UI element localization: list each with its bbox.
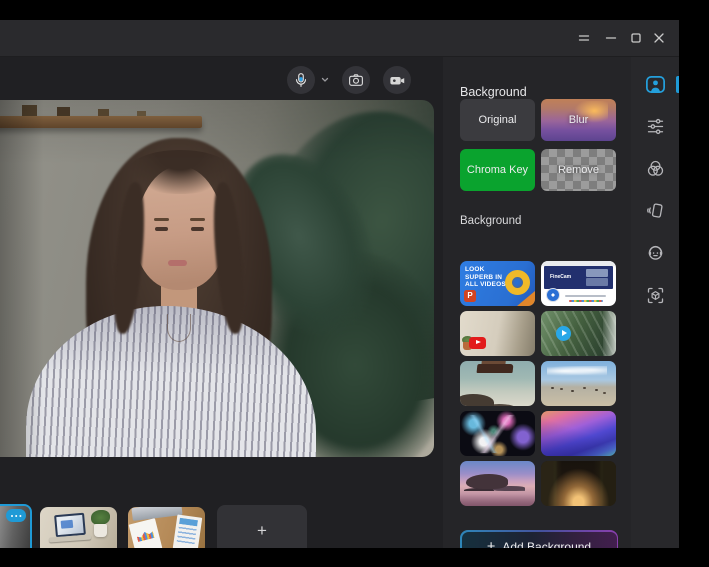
sidebar-item-color-effects[interactable] [638,151,672,185]
background-mode-chroma-key[interactable]: Chroma Key [460,149,535,191]
video-preview [0,100,434,457]
background-mode-original[interactable]: Original [460,99,535,141]
snapshot-button[interactable] [342,66,370,94]
add-background-label: Add Background [502,540,592,548]
background-thumb-beach-boats[interactable] [541,361,616,406]
scene-thumbnail-2[interactable] [40,507,117,548]
play-icon [556,326,571,341]
background-thumb-sunset-rocks[interactable] [460,461,535,506]
sidebar-item-ar-objects[interactable] [638,278,672,312]
sliders-icon [647,118,663,134]
person-hair-strand [209,181,249,335]
plant [244,237,434,457]
microphone-dropdown[interactable] [317,72,333,88]
background-library-label: Background [460,215,522,227]
person-badge-icon [645,75,665,93]
person-brow [190,218,205,221]
chevron-down-icon [321,77,329,82]
plus-icon: + [257,521,267,540]
sidebar-item-adjustments[interactable] [638,109,672,143]
app-window: Scene 1 Scene 2 Scene 3 + Add Background… [0,20,679,548]
person-face [135,166,225,290]
background-thumb-rainbow[interactable] [541,411,616,456]
scene-options-badge[interactable] [6,509,26,522]
powerpoint-logo: P [464,290,476,302]
add-background-button[interactable]: + Add Background [460,530,618,548]
maximize-button[interactable] [624,26,648,50]
person-hairline [127,150,233,194]
background-mode-blur[interactable]: Blur [541,99,616,141]
person-shirt [26,306,316,457]
floor [274,395,434,457]
background-thumb-powerpoint[interactable]: LOOK SUPERB IN ALL VIDEOS P [460,261,535,306]
avatar-headset-icon [648,245,662,260]
main-area: Scene 1 Scene 2 Scene 3 + Add [0,57,443,548]
camera-icon [349,74,363,86]
background-thumb-shipwreck[interactable] [460,361,535,406]
microphone-button[interactable] [287,66,315,94]
video-camera-icon [389,76,404,84]
sidebar-item-transitions[interactable] [638,193,672,227]
minimize-button[interactable] [599,26,623,50]
tilted-card-icon [646,202,663,218]
person-brow [154,218,169,221]
background-mode-remove[interactable]: Remove [541,149,616,191]
menu-icon[interactable] [572,26,596,50]
plant [204,131,402,359]
record-button[interactable] [383,66,411,94]
active-tab-indicator [676,76,679,93]
add-scene-button[interactable]: + [217,505,307,548]
scene-thumbnail-1[interactable] [0,504,32,548]
background-thumb-finecam-page[interactable]: FineCam [541,261,616,306]
person-eye [191,227,204,231]
background-thumb-room-video[interactable] [460,311,535,356]
globe-logo [546,288,560,302]
person-neck [161,280,197,318]
sidebar-item-virtual-background[interactable] [638,67,672,101]
person-hair-strand [109,181,149,335]
sidebar-item-avatar[interactable] [638,235,672,269]
plant [230,100,434,402]
person-eye [155,227,168,231]
youtube-play-icon [469,337,486,349]
tool-sidebar [631,57,679,548]
background-thumb-bokeh[interactable] [460,411,535,456]
plus-icon: + [486,538,496,549]
person-necklace [167,314,191,342]
shelf [0,105,202,128]
person-lips [168,260,187,266]
overlapping-circles-icon [647,160,663,176]
cube-scan-icon [647,287,663,303]
background-thumb-plants-video[interactable] [541,311,616,356]
background-thumb-forest-glow[interactable] [541,461,616,506]
microphone-icon [295,73,307,87]
close-button[interactable] [647,26,671,50]
panel-title: Background [460,85,527,99]
titlebar [0,20,679,57]
person-hair [86,138,272,440]
background-panel: Background Original Blur Chroma Key Remo… [443,57,631,548]
scene-thumbnail-3[interactable] [128,507,205,548]
